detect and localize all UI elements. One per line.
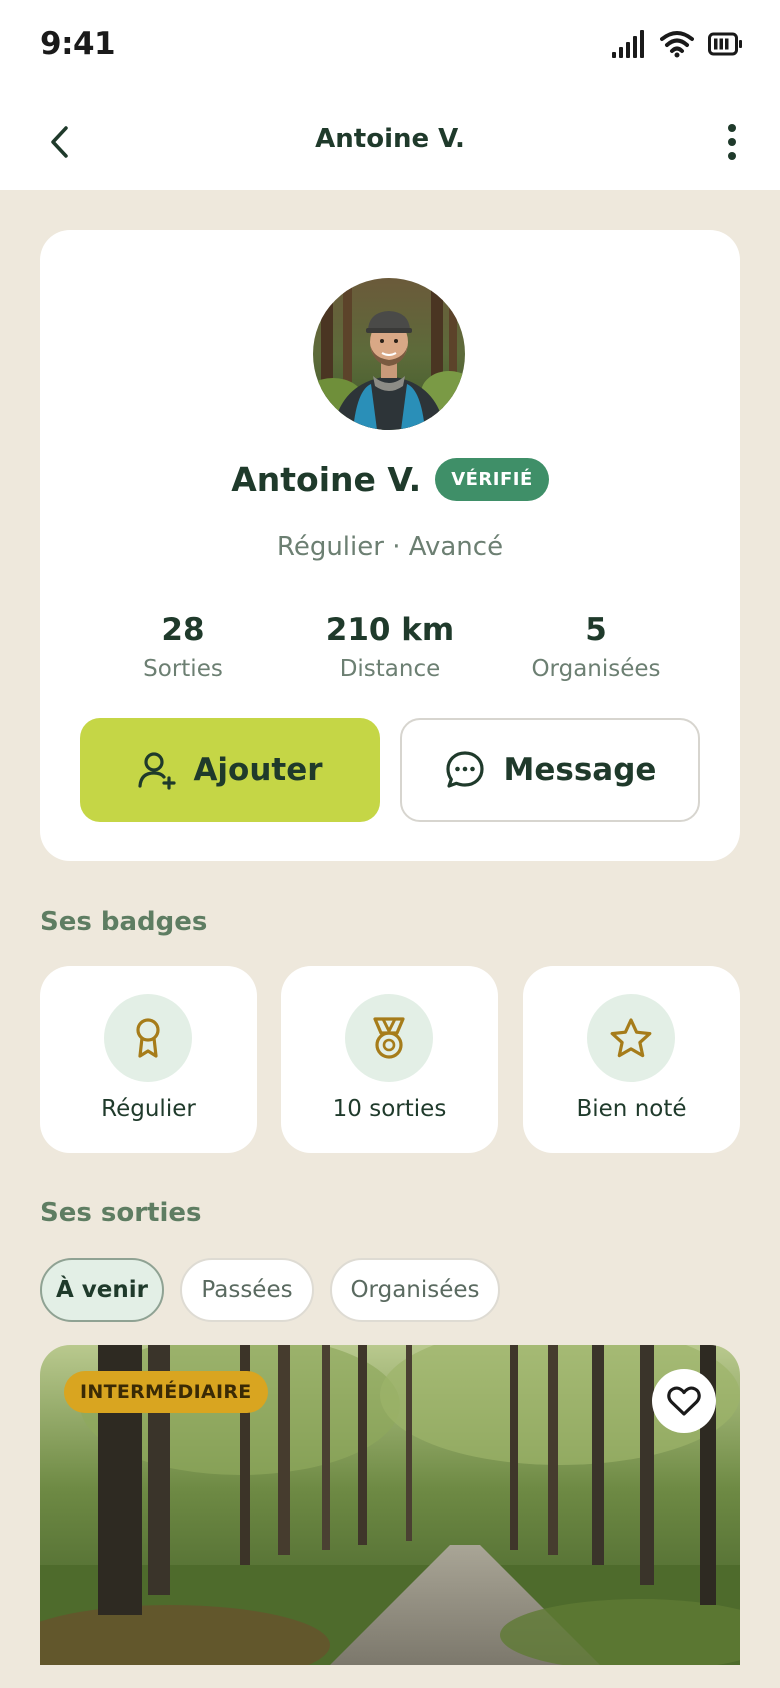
profile-card: Antoine V. VÉRIFIÉ Régulier · Avancé 28 …	[40, 230, 740, 861]
tab-past[interactable]: Passées	[180, 1258, 314, 1322]
stat-value: 28	[161, 612, 205, 648]
avatar[interactable]	[313, 278, 465, 430]
stat-label: Organisées	[531, 656, 661, 682]
stat-organized: 5 Organisées	[496, 612, 696, 682]
star-icon	[610, 1018, 652, 1058]
name-row: Antoine V. VÉRIFIÉ	[40, 458, 740, 501]
add-friend-button[interactable]: Ajouter	[80, 718, 380, 822]
badge-card-outings[interactable]: 10 sorties	[281, 966, 498, 1153]
chat-bubble-icon	[445, 751, 484, 788]
event-card[interactable]: INTERMÉDIAIRE	[40, 1345, 740, 1665]
add-button-label: Ajouter	[193, 752, 323, 788]
heart-icon	[667, 1386, 701, 1416]
wifi-icon	[660, 31, 694, 58]
battery-icon	[708, 32, 742, 56]
badge-card-regular[interactable]: Régulier	[40, 966, 257, 1153]
tab-organized[interactable]: Organisées	[330, 1258, 500, 1322]
outings-section-title: Ses sorties	[40, 1198, 202, 1228]
badge-icon-bg	[104, 994, 192, 1082]
stat-outings: 28 Sorties	[83, 612, 283, 682]
ribbon-icon	[136, 1018, 160, 1058]
profile-level: Régulier · Avancé	[276, 532, 504, 562]
status-icons	[612, 30, 742, 58]
nav-bar: Antoine V.	[0, 96, 780, 190]
badge-icon-bg	[587, 994, 675, 1082]
badge-label: Bien noté	[576, 1096, 687, 1122]
badge-icon-bg	[345, 994, 433, 1082]
badge-label: Régulier	[101, 1096, 196, 1122]
badge-label: 10 sorties	[332, 1096, 447, 1122]
stat-label: Sorties	[143, 656, 223, 682]
status-bar: 9:41	[0, 0, 780, 96]
favorite-button[interactable]	[652, 1369, 716, 1433]
more-vertical-icon	[728, 124, 736, 160]
badge-card-rated[interactable]: Bien noté	[523, 966, 740, 1153]
message-button-label: Message	[503, 752, 657, 788]
tab-upcoming[interactable]: À venir	[40, 1258, 164, 1322]
status-time: 9:41	[40, 26, 116, 62]
medal-icon	[373, 1017, 405, 1059]
message-button[interactable]: Message	[400, 718, 700, 822]
verified-badge: VÉRIFIÉ	[435, 458, 549, 501]
profile-name: Antoine V.	[231, 460, 422, 499]
signal-icon	[612, 30, 644, 58]
page-title: Antoine V.	[315, 124, 465, 154]
level-badge: INTERMÉDIAIRE	[64, 1371, 268, 1413]
stat-value: 5	[585, 612, 607, 648]
more-options-button[interactable]	[710, 118, 754, 166]
stat-value: 210 km	[325, 612, 455, 648]
stat-label: Distance	[339, 656, 441, 682]
user-plus-icon	[138, 752, 177, 790]
badges-section-title: Ses badges	[40, 907, 208, 937]
stat-distance: 210 km Distance	[290, 612, 490, 682]
